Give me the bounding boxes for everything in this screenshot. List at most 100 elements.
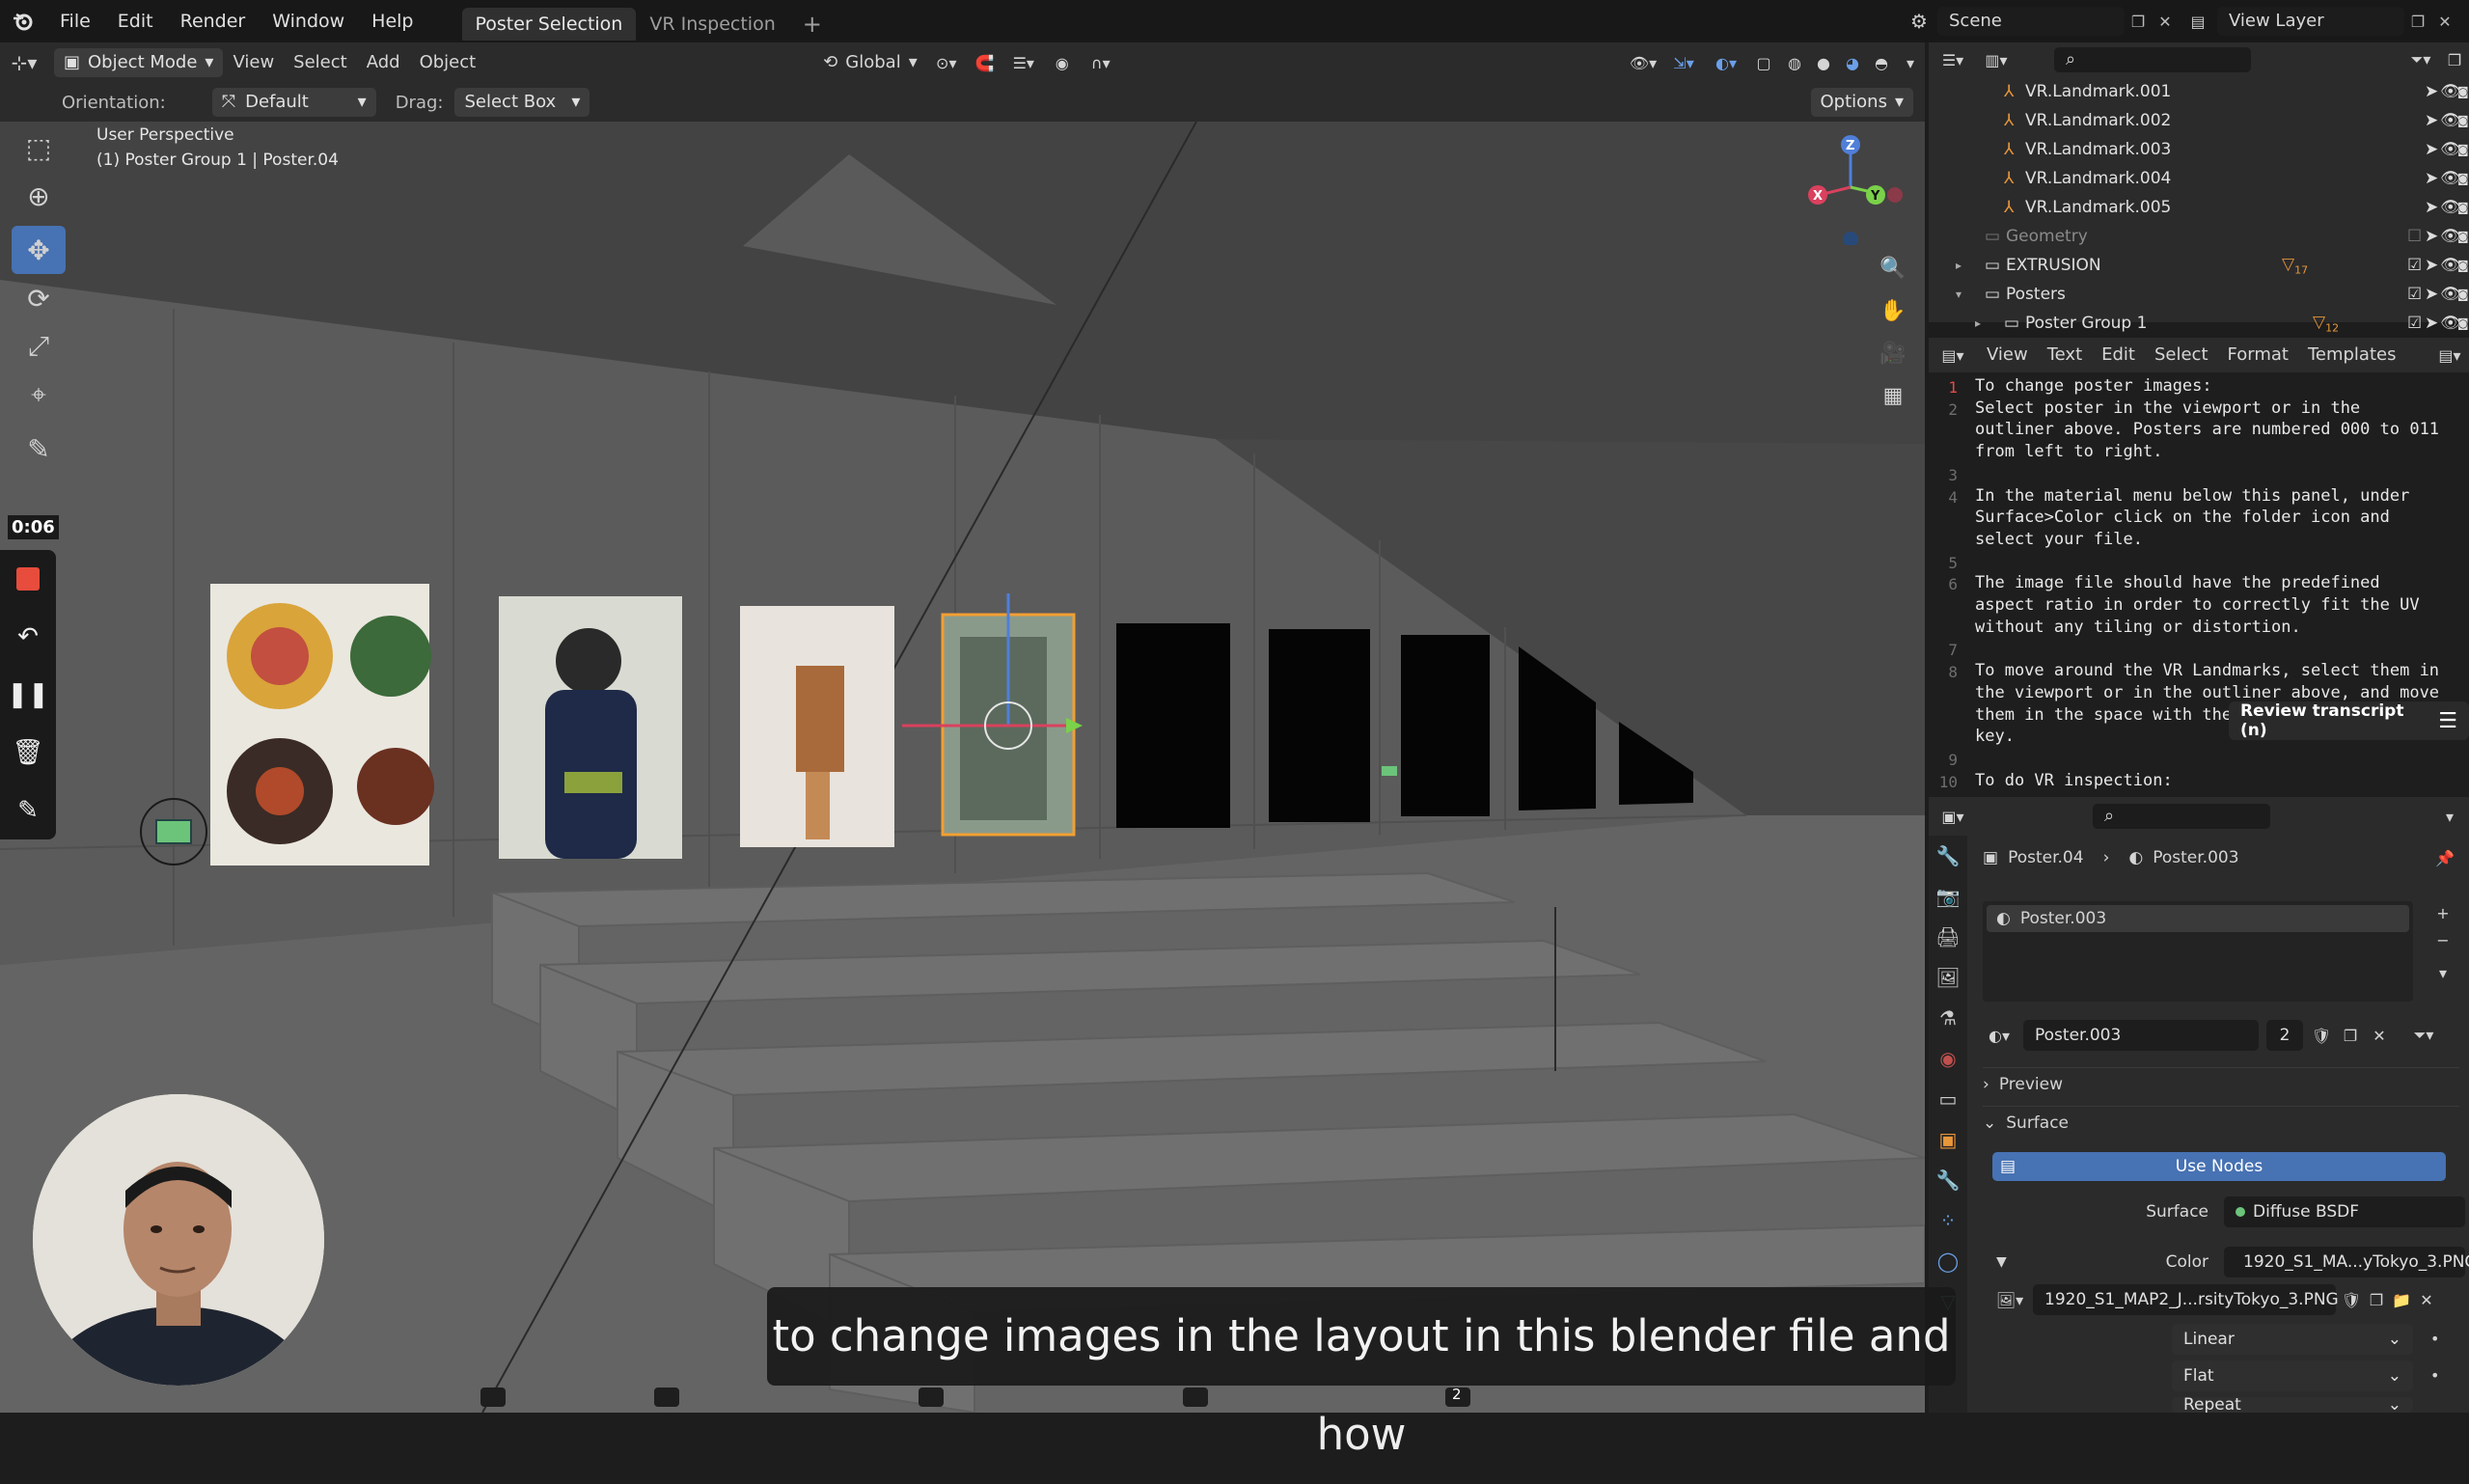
text-menu-format[interactable]: Format bbox=[2218, 340, 2298, 371]
selectable-icon[interactable]: ➤ bbox=[2425, 285, 2438, 304]
object-mode-dropdown[interactable]: ▣ Object Mode ▾ bbox=[54, 48, 224, 77]
new-view-layer-icon[interactable]: ❐ bbox=[2404, 13, 2431, 31]
selectable-icon[interactable]: ➤ bbox=[2425, 256, 2438, 275]
gizmo-icon[interactable]: ⇲▾ bbox=[1662, 54, 1705, 72]
open-folder-icon[interactable]: 📁 bbox=[2392, 1291, 2411, 1309]
menu-object[interactable]: Object bbox=[410, 47, 486, 78]
menu-render[interactable]: Render bbox=[167, 0, 260, 42]
transform-icon[interactable]: ⌖ bbox=[12, 371, 66, 419]
fake-user-icon[interactable]: 🛡 bbox=[2311, 1027, 2332, 1045]
exclude-checkbox[interactable]: ☑ bbox=[2407, 256, 2422, 275]
new-collection-icon[interactable]: ❐ bbox=[2440, 51, 2469, 69]
selectable-icon[interactable]: ➤ bbox=[2425, 314, 2438, 333]
view-layer-icon[interactable]: ▤ bbox=[2179, 13, 2217, 31]
outliner-row[interactable]: ⅄ VR.Landmark.002 ➤ 👁 ◙ bbox=[1929, 106, 2469, 135]
duplicate-material-icon[interactable]: ❐ bbox=[2340, 1027, 2361, 1045]
selectable-icon[interactable]: ➤ bbox=[2425, 140, 2438, 159]
add-slot-icon[interactable]: + bbox=[2427, 899, 2459, 926]
scale-icon[interactable]: ⤢ bbox=[12, 322, 66, 371]
scene-tab-icon[interactable]: ⚗ bbox=[1929, 998, 1967, 1038]
cursor-icon[interactable]: ⊕ bbox=[12, 172, 66, 220]
preview-panel-header[interactable]: › Preview bbox=[1983, 1067, 2459, 1101]
undo-icon[interactable]: ↶ bbox=[0, 608, 56, 666]
expand-arrow-icon[interactable]: ▸ bbox=[1956, 259, 1961, 272]
render-camera-icon[interactable]: ◙ bbox=[2457, 85, 2469, 98]
tab-poster-selection[interactable]: Poster Selection bbox=[461, 7, 637, 41]
pan-hand-icon[interactable]: ✋ bbox=[1874, 289, 1912, 332]
delete-scene-icon[interactable]: ✕ bbox=[2152, 13, 2179, 31]
pause-icon[interactable]: ❚❚ bbox=[0, 666, 56, 724]
menu-help[interactable]: Help bbox=[358, 0, 426, 42]
editor-type-icon[interactable]: ▤▾ bbox=[1929, 346, 1977, 365]
snap-icon[interactable]: 🧲 bbox=[966, 54, 1004, 72]
text-menu-edit[interactable]: Edit bbox=[2092, 340, 2145, 371]
view-layer-tab-icon[interactable]: 🖼 bbox=[1929, 957, 1967, 998]
scene-field[interactable]: Scene bbox=[1937, 7, 2125, 36]
render-camera-icon[interactable]: ◙ bbox=[2457, 114, 2469, 127]
collapse-arrow-icon[interactable]: ▾ bbox=[1956, 288, 1961, 301]
text-menu-text[interactable]: Text bbox=[2038, 340, 2092, 371]
render-camera-icon[interactable]: ◙ bbox=[2457, 172, 2469, 185]
link-type-icon[interactable]: ⏷▾ bbox=[2407, 1026, 2440, 1045]
exclude-checkbox[interactable]: ☑ bbox=[2407, 314, 2422, 333]
outliner-search-input[interactable]: ⌕ bbox=[2054, 47, 2251, 72]
output-tab-icon[interactable]: 🖨 bbox=[1929, 917, 1967, 957]
stop-record-icon[interactable] bbox=[0, 550, 56, 608]
render-camera-icon[interactable]: ◙ bbox=[2457, 316, 2469, 330]
selectable-icon[interactable]: ➤ bbox=[2425, 227, 2438, 246]
tab-vr-inspection[interactable]: VR Inspection bbox=[636, 8, 788, 41]
expand-arrow-icon[interactable]: ▸ bbox=[1975, 316, 1981, 330]
add-workspace-icon[interactable]: + bbox=[789, 8, 836, 41]
surface-panel-header[interactable]: ⌄ Surface bbox=[1983, 1106, 2459, 1140]
blender-logo-icon[interactable] bbox=[0, 0, 46, 42]
move-icon[interactable]: ✥ bbox=[12, 226, 66, 274]
display-mode-icon[interactable]: ▥▾ bbox=[1977, 51, 2016, 69]
fake-user-icon[interactable]: 🛡 bbox=[2342, 1291, 2361, 1309]
editor-type-icon[interactable]: ⊹▾ bbox=[0, 51, 48, 74]
exclude-checkbox[interactable]: ☑ bbox=[2407, 285, 2422, 304]
outliner-row[interactable]: ▸ ▭ Poster Group 1 ▽12 ☑ ➤ 👁 ◙ bbox=[1929, 309, 2469, 338]
menu-select[interactable]: Select bbox=[284, 47, 357, 78]
world-tab-icon[interactable]: ◉ bbox=[1929, 1038, 1967, 1079]
chevron-down-icon[interactable]: ▾ bbox=[2430, 808, 2469, 826]
wireframe-shading-icon[interactable]: ◍ bbox=[1780, 54, 1809, 72]
rotate-icon[interactable]: ⟳ bbox=[12, 274, 66, 322]
pen-icon[interactable]: ✎ bbox=[0, 782, 56, 839]
projection-dropdown[interactable]: Flat ⌄ bbox=[2172, 1360, 2413, 1391]
tool-tab-icon[interactable]: 🔧 bbox=[1929, 836, 1967, 876]
review-transcript-button[interactable]: Review transcript (n) ☰ bbox=[2229, 701, 2469, 740]
interpolation-dropdown[interactable]: Linear ⌄ bbox=[2172, 1324, 2413, 1355]
particles-tab-icon[interactable]: ⁘ bbox=[1929, 1200, 1967, 1241]
menu-edit[interactable]: Edit bbox=[104, 0, 167, 42]
ortho-grid-icon[interactable]: ▦ bbox=[1874, 374, 1912, 417]
projection-keyframe-dot[interactable]: • bbox=[2430, 1366, 2439, 1385]
text-menu-templates[interactable]: Templates bbox=[2298, 340, 2406, 371]
outliner-row[interactable]: ⅄ VR.Landmark.001 ➤ 👁 ◙ bbox=[1929, 77, 2469, 106]
selectable-icon[interactable]: ➤ bbox=[2425, 169, 2438, 188]
material-users-count[interactable]: 2 bbox=[2266, 1020, 2303, 1051]
unlink-material-icon[interactable]: ✕ bbox=[2369, 1027, 2390, 1045]
render-camera-icon[interactable]: ◙ bbox=[2457, 230, 2469, 243]
solid-shading-icon[interactable]: ● bbox=[1809, 54, 1838, 72]
outliner-row[interactable]: ▸ ▭ EXTRUSION ▽17 ☑ ➤ 👁 ◙ bbox=[1929, 251, 2469, 280]
select-box-icon[interactable]: ⬚ bbox=[12, 124, 66, 172]
overlay-icon[interactable]: ◐▾ bbox=[1705, 54, 1747, 72]
xray-icon[interactable]: ▢ bbox=[1747, 54, 1780, 72]
options-dropdown[interactable]: Options ▾ bbox=[1810, 88, 1913, 117]
render-camera-icon[interactable]: ◙ bbox=[2457, 259, 2469, 272]
visibility-icon[interactable]: 👁▾ bbox=[1624, 54, 1662, 72]
outliner-row[interactable]: ⅄ VR.Landmark.003 ➤ 👁 ◙ bbox=[1929, 135, 2469, 164]
material-shading-icon[interactable]: ◕ bbox=[1838, 54, 1867, 72]
duplicate-image-icon[interactable]: ❐ bbox=[2367, 1291, 2386, 1309]
new-scene-icon[interactable]: ❐ bbox=[2125, 13, 2152, 31]
interpolation-keyframe-dot[interactable]: • bbox=[2430, 1330, 2439, 1348]
object-tab-icon[interactable]: ▣ bbox=[1929, 1119, 1967, 1160]
scene-icon[interactable]: ⚙ bbox=[1901, 10, 1937, 33]
use-nodes-button[interactable]: ▤ Use Nodes bbox=[1992, 1152, 2446, 1181]
drag-dropdown[interactable]: Select Box ▾ bbox=[454, 88, 590, 117]
camera-view-icon[interactable]: 🎥 bbox=[1874, 332, 1912, 374]
remove-slot-icon[interactable]: − bbox=[2427, 926, 2459, 953]
editor-type-icon[interactable]: ☰▾ bbox=[1929, 51, 1977, 69]
trash-icon[interactable]: 🗑 bbox=[0, 724, 56, 782]
text-datablock-icon[interactable]: ▤▾ bbox=[2430, 346, 2469, 365]
